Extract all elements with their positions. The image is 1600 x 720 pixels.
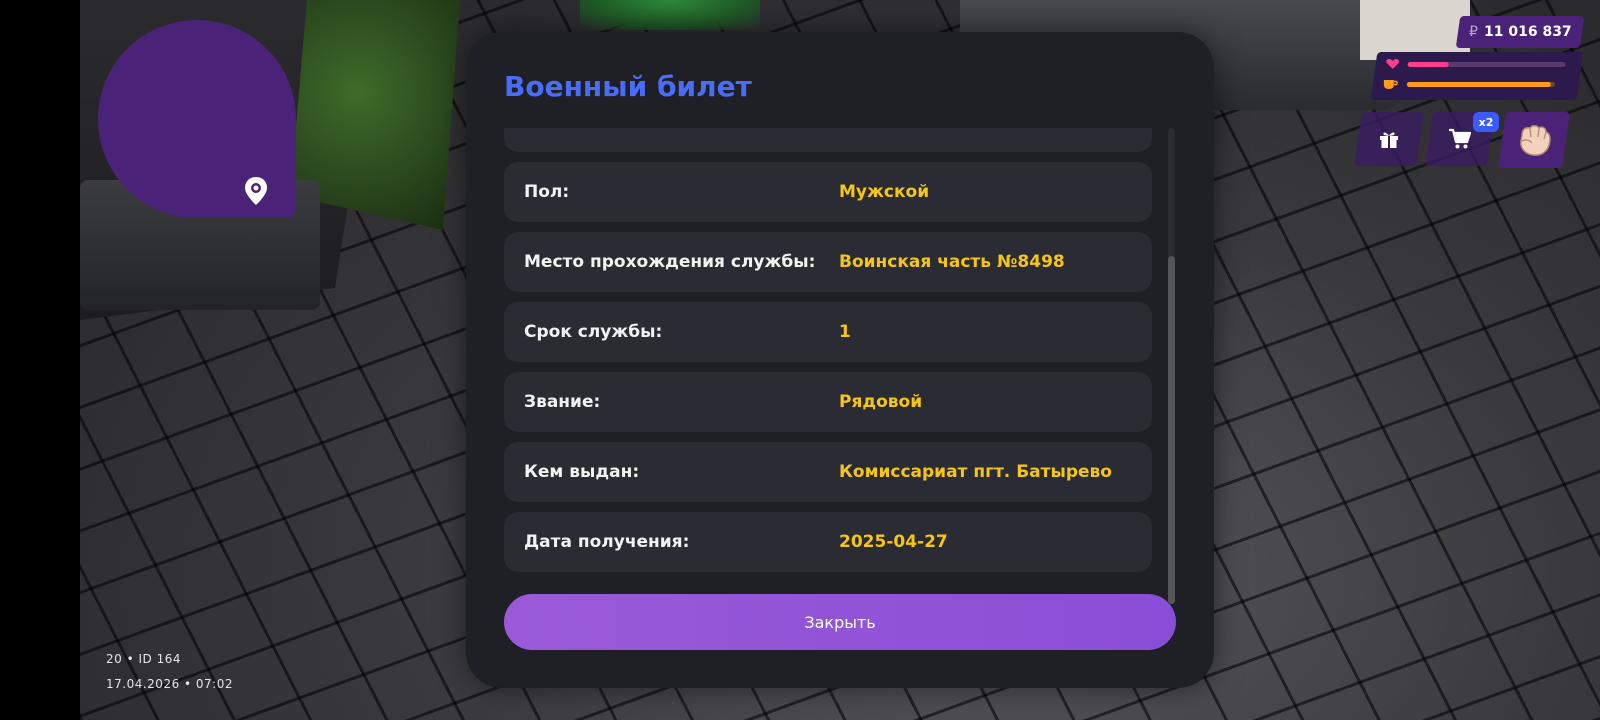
modal-title: Военный билет [504, 70, 752, 103]
row-label: Пол: [524, 182, 570, 202]
player-id-line: 20 • ID 164 [106, 652, 181, 666]
scene-plant [580, 0, 760, 30]
row-label: Дата получения: [524, 532, 690, 552]
fist-weapon-button[interactable] [1498, 112, 1570, 168]
gift-icon [1380, 132, 1398, 148]
row-label: Срок службы: [524, 322, 663, 342]
row-value: 2025-04-27 [839, 532, 948, 552]
gift-button[interactable] [1354, 112, 1424, 166]
cup-icon [1383, 80, 1398, 89]
currency-symbol: ₽ [1468, 24, 1478, 40]
close-button[interactable]: Закрыть [504, 594, 1176, 650]
scene-door [1360, 0, 1470, 60]
list-item-service-term: Срок службы: 1 [504, 302, 1152, 362]
row-value: Рядовой [839, 392, 923, 412]
list-item-gender: Пол: Мужской [504, 162, 1152, 222]
details-list[interactable]: Пол: Мужской Место прохождения службы: В… [504, 128, 1154, 606]
row-value: Воинская часть №8498 [839, 252, 1065, 272]
hunger-row [1383, 78, 1555, 90]
hunger-bar-fill [1406, 81, 1551, 87]
list-item-issue-date: Дата получения: 2025-04-27 [504, 512, 1152, 572]
map-pin-icon[interactable] [243, 176, 269, 206]
military-id-modal: Военный билет Пол: Мужской Место прохожд… [466, 32, 1214, 688]
row-value: Мужской [839, 182, 930, 202]
scrollbar[interactable] [1168, 128, 1175, 604]
health-bar [1407, 61, 1566, 67]
money-amount: 11 016 837 [1483, 24, 1572, 40]
heart-icon [1386, 59, 1400, 69]
cart-icon [1449, 128, 1472, 149]
list-item-issued-by: Кем выдан: Комиссариат пгт. Батырево [504, 442, 1152, 502]
health-row [1386, 58, 1566, 70]
status-bars [1370, 52, 1584, 100]
row-value: 1 [839, 322, 851, 342]
money-display: ₽ 11 016 837 [1455, 16, 1585, 48]
cart-multiplier-badge: x2 [1473, 112, 1499, 132]
row-label: Звание: [524, 392, 601, 412]
health-bar-fill [1407, 61, 1449, 67]
list-item-rank: Звание: Рядовой [504, 372, 1152, 432]
hunger-bar [1406, 81, 1555, 87]
datetime-line: 17.04.2026 • 07:02 [106, 677, 233, 691]
row-label: Кем выдан: [524, 462, 640, 482]
row-value: Комиссариат пгт. Батырево [839, 462, 1112, 482]
scrollbar-thumb[interactable] [1168, 256, 1175, 604]
list-item [504, 128, 1152, 152]
row-label: Место прохождения службы: [524, 252, 816, 272]
list-item-service-place: Место прохождения службы: Воинская часть… [504, 232, 1152, 292]
fist-icon [1520, 125, 1551, 156]
